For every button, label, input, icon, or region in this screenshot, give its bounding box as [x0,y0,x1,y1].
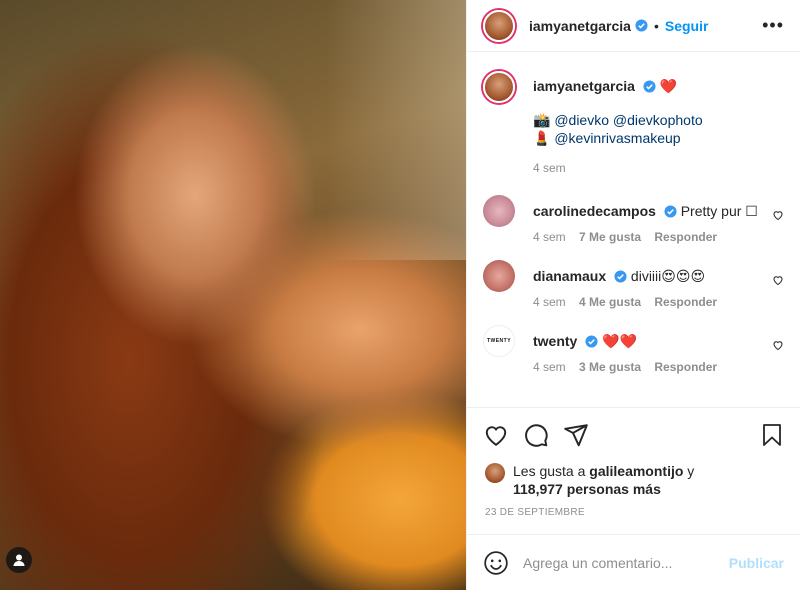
comments-list[interactable]: iamyanetgarcia ❤️ 📸 @dievko @dievkophoto… [467,53,800,408]
comment-likes-button[interactable]: 4 Me gusta [579,295,641,309]
verified-badge-icon [635,19,648,32]
post-caption: iamyanetgarcia ❤️ 📸 @dievko @dievkophoto… [483,53,784,175]
commenter-avatar[interactable] [483,260,515,292]
likes-suffix: y [687,463,695,479]
verified-badge-icon [664,205,677,218]
share-icon[interactable] [563,422,589,448]
verified-badge-icon [643,80,656,93]
reply-button[interactable]: Responder [654,230,717,244]
verified-badge-icon [614,270,627,283]
commenter-avatar[interactable] [483,195,515,227]
caption-mentions-photo[interactable]: @dievko @dievkophoto [554,112,702,128]
post-actions-bar [483,420,784,450]
comment-time: 4 sem [533,360,566,374]
liker-username[interactable]: galileamontijo [589,463,683,479]
comment-time: 4 sem [533,230,566,244]
caption-avatar[interactable] [483,71,515,103]
comment-likes-button[interactable]: 7 Me gusta [579,230,641,244]
caption-heart: ❤️ [659,78,678,94]
likes-prefix: Les gusta a [513,463,586,479]
post-photo[interactable] [0,0,466,590]
post-side-panel: iamyanetgarcia • Seguir ••• iamyanetgarc… [466,0,800,590]
lipstick-emoji: 💄 [533,130,551,146]
camera-emoji: 📸 [533,112,551,128]
follow-button[interactable]: Seguir [665,18,709,34]
add-comment-bar: Publicar [467,534,800,590]
comment-text: Pretty pur ☐ [680,203,758,219]
comment-text: diviiii😍😍😍 [630,268,706,284]
comment-like-heart-icon[interactable] [772,274,784,286]
post-date[interactable]: 23 DE SEPTIEMBRE [485,507,585,518]
reply-button[interactable]: Responder [654,360,717,374]
publish-button[interactable]: Publicar [729,555,784,571]
comment-item: carolinedecampos Pretty pur ☐ 4 sem 7 Me… [483,195,784,244]
liker-avatar[interactable] [485,463,505,483]
comment-username[interactable]: twenty [533,333,577,349]
photo-background-light [326,0,466,260]
reply-button[interactable]: Responder [654,295,717,309]
caption-time: 4 sem [533,161,703,175]
comment-item: TWENTY twenty ❤️❤️ 4 sem 3 Me gusta Resp… [483,325,784,374]
comment-username[interactable]: carolinedecampos [533,203,656,219]
save-icon[interactable] [760,422,784,448]
likes-count-button[interactable]: 118,977 personas más [513,481,661,497]
commenter-avatar[interactable]: TWENTY [483,325,515,357]
comment-icon[interactable] [523,422,549,448]
emoji-icon[interactable] [483,550,509,576]
author-username[interactable]: iamyanetgarcia [529,18,631,34]
likes-summary: Les gusta a galileamontijo y 118,977 per… [485,462,784,498]
caption-time-text: 4 sem [533,161,566,175]
comment-item: dianamaux diviiii😍😍😍 4 sem 4 Me gusta Re… [483,260,784,309]
more-options-button[interactable]: ••• [762,15,784,36]
caption-mention-makeup[interactable]: @kevinrivasmakeup [554,130,680,146]
comment-input[interactable] [523,554,729,571]
comment-username[interactable]: dianamaux [533,268,606,284]
comment-like-heart-icon[interactable] [772,339,784,351]
heart-icon[interactable] [483,422,509,448]
caption-username[interactable]: iamyanetgarcia [533,78,635,94]
author-avatar[interactable] [483,9,515,42]
post-header: iamyanetgarcia • Seguir ••• [467,0,800,52]
separator-dot: • [653,17,659,34]
comment-time: 4 sem [533,295,566,309]
verified-badge-icon [585,335,598,348]
comment-likes-button[interactable]: 3 Me gusta [579,360,641,374]
comment-like-heart-icon[interactable] [772,209,784,221]
user-tag-icon[interactable] [6,547,32,573]
comment-text: ❤️❤️ [602,333,637,349]
